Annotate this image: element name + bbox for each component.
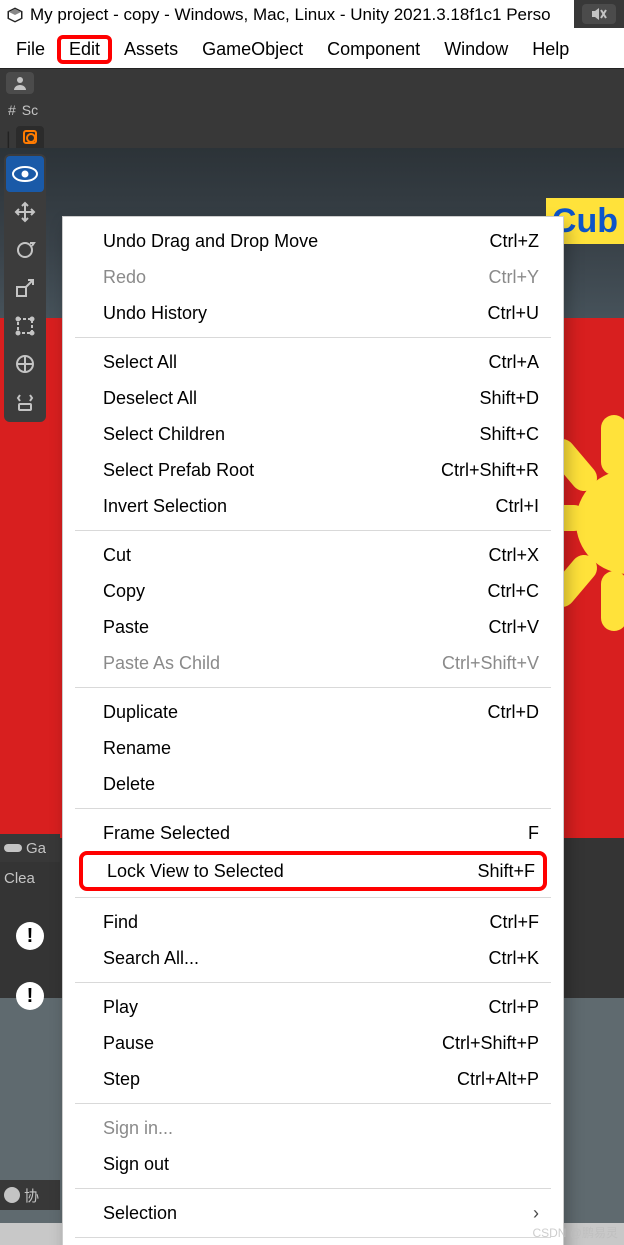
unity-logo-icon <box>6 6 24 24</box>
menu-paste[interactable]: PasteCtrl+V <box>63 609 563 645</box>
menu-gameobject[interactable]: GameObject <box>190 35 315 64</box>
menu-select-children[interactable]: Select ChildrenShift+C <box>63 416 563 452</box>
menu-window[interactable]: Window <box>432 35 520 64</box>
menu-invert-selection[interactable]: Invert SelectionCtrl+I <box>63 488 563 524</box>
menu-edit[interactable]: Edit <box>57 35 112 64</box>
console-error-row-1[interactable]: ! <box>4 908 56 964</box>
menu-lock-view-to-selected[interactable]: Lock View to SelectedShift+F <box>79 851 547 891</box>
scene-grid-icon: # <box>8 102 16 118</box>
menu-assets[interactable]: Assets <box>112 35 190 64</box>
menu-copy[interactable]: CopyCtrl+C <box>63 573 563 609</box>
menu-separator <box>75 808 551 809</box>
main-toolbar <box>0 68 624 96</box>
menu-help[interactable]: Help <box>520 35 581 64</box>
bottom-tab-row: Ga <box>0 834 60 862</box>
menu-separator <box>75 1237 551 1238</box>
scene-view-tab[interactable] <box>16 126 44 148</box>
menu-separator <box>75 687 551 688</box>
menu-rename[interactable]: Rename <box>63 730 563 766</box>
collab-icon <box>4 1187 20 1203</box>
console-clear-fragment[interactable]: Clea <box>4 866 56 890</box>
menu-delete[interactable]: Delete <box>63 766 563 802</box>
edit-dropdown-menu: Undo Drag and Drop MoveCtrl+Z RedoCtrl+Y… <box>62 216 564 1245</box>
scene-breadcrumb: # Sc <box>0 96 624 124</box>
menu-undo-history[interactable]: Undo HistoryCtrl+U <box>63 295 563 331</box>
menu-frame-selected[interactable]: Frame SelectedF <box>63 815 563 851</box>
menu-play[interactable]: PlayCtrl+P <box>63 989 563 1025</box>
toolbar-right-group <box>574 0 624 28</box>
gamepad-icon <box>4 841 22 855</box>
menu-step[interactable]: StepCtrl+Alt+P <box>63 1061 563 1097</box>
scene-tab-row: | <box>0 124 624 148</box>
scale-tool[interactable] <box>6 270 44 306</box>
window-title: My project - copy - Windows, Mac, Linux … <box>30 5 551 25</box>
error-icon: ! <box>16 982 44 1010</box>
menu-separator <box>75 982 551 983</box>
menu-sign-out[interactable]: Sign out <box>63 1146 563 1182</box>
menu-separator <box>75 530 551 531</box>
scene-tool-strip <box>4 154 46 422</box>
window-titlebar: My project - copy - Windows, Mac, Linux … <box>0 0 624 30</box>
menu-component[interactable]: Component <box>315 35 432 64</box>
game-tab-fragment[interactable]: Ga <box>26 840 46 857</box>
collab-label-fragment: 协 <box>24 1185 39 1206</box>
menu-paste-as-child[interactable]: Paste As ChildCtrl+Shift+V <box>63 645 563 681</box>
console-panel: Clea ! ! <box>0 862 60 1028</box>
menubar: File Edit Assets GameObject Component Wi… <box>0 30 624 68</box>
menu-duplicate[interactable]: DuplicateCtrl+D <box>63 694 563 730</box>
tab-divider: | <box>6 130 12 148</box>
menu-find[interactable]: FindCtrl+F <box>63 904 563 940</box>
error-icon: ! <box>16 922 44 950</box>
move-tool[interactable] <box>6 194 44 230</box>
menu-separator <box>75 337 551 338</box>
menu-separator <box>75 897 551 898</box>
menu-search-all[interactable]: Search All...Ctrl+K <box>63 940 563 976</box>
custom-tools[interactable] <box>6 384 44 420</box>
menu-cut[interactable]: CutCtrl+X <box>63 537 563 573</box>
menu-undo[interactable]: Undo Drag and Drop MoveCtrl+Z <box>63 223 563 259</box>
console-error-row-2[interactable]: ! <box>4 968 56 1024</box>
mute-audio-button[interactable] <box>582 4 616 24</box>
menu-deselect-all[interactable]: Deselect AllShift+D <box>63 380 563 416</box>
menu-select-prefab-root[interactable]: Select Prefab RootCtrl+Shift+R <box>63 452 563 488</box>
menu-redo[interactable]: RedoCtrl+Y <box>63 259 563 295</box>
menu-select-all[interactable]: Select AllCtrl+A <box>63 344 563 380</box>
scene-name-fragment: Sc <box>22 102 38 118</box>
rect-tool[interactable] <box>6 308 44 344</box>
chevron-right-icon: › <box>533 1203 539 1224</box>
menu-pause[interactable]: PauseCtrl+Shift+P <box>63 1025 563 1061</box>
menu-separator <box>75 1188 551 1189</box>
menu-separator <box>75 1103 551 1104</box>
menu-sign-in[interactable]: Sign in... <box>63 1110 563 1146</box>
scene-view[interactable]: Cub <box>0 148 624 1245</box>
menu-file[interactable]: File <box>4 35 57 64</box>
view-tool[interactable] <box>6 156 44 192</box>
account-button[interactable] <box>6 72 34 94</box>
menu-selection[interactable]: Selection› <box>63 1195 563 1231</box>
scene-camera-icon <box>22 129 38 145</box>
collab-tab[interactable]: 协 <box>0 1180 60 1210</box>
watermark-text: CSDN @鹏易灵 <box>532 1224 618 1241</box>
rotate-tool[interactable] <box>6 232 44 268</box>
transform-tool[interactable] <box>6 346 44 382</box>
